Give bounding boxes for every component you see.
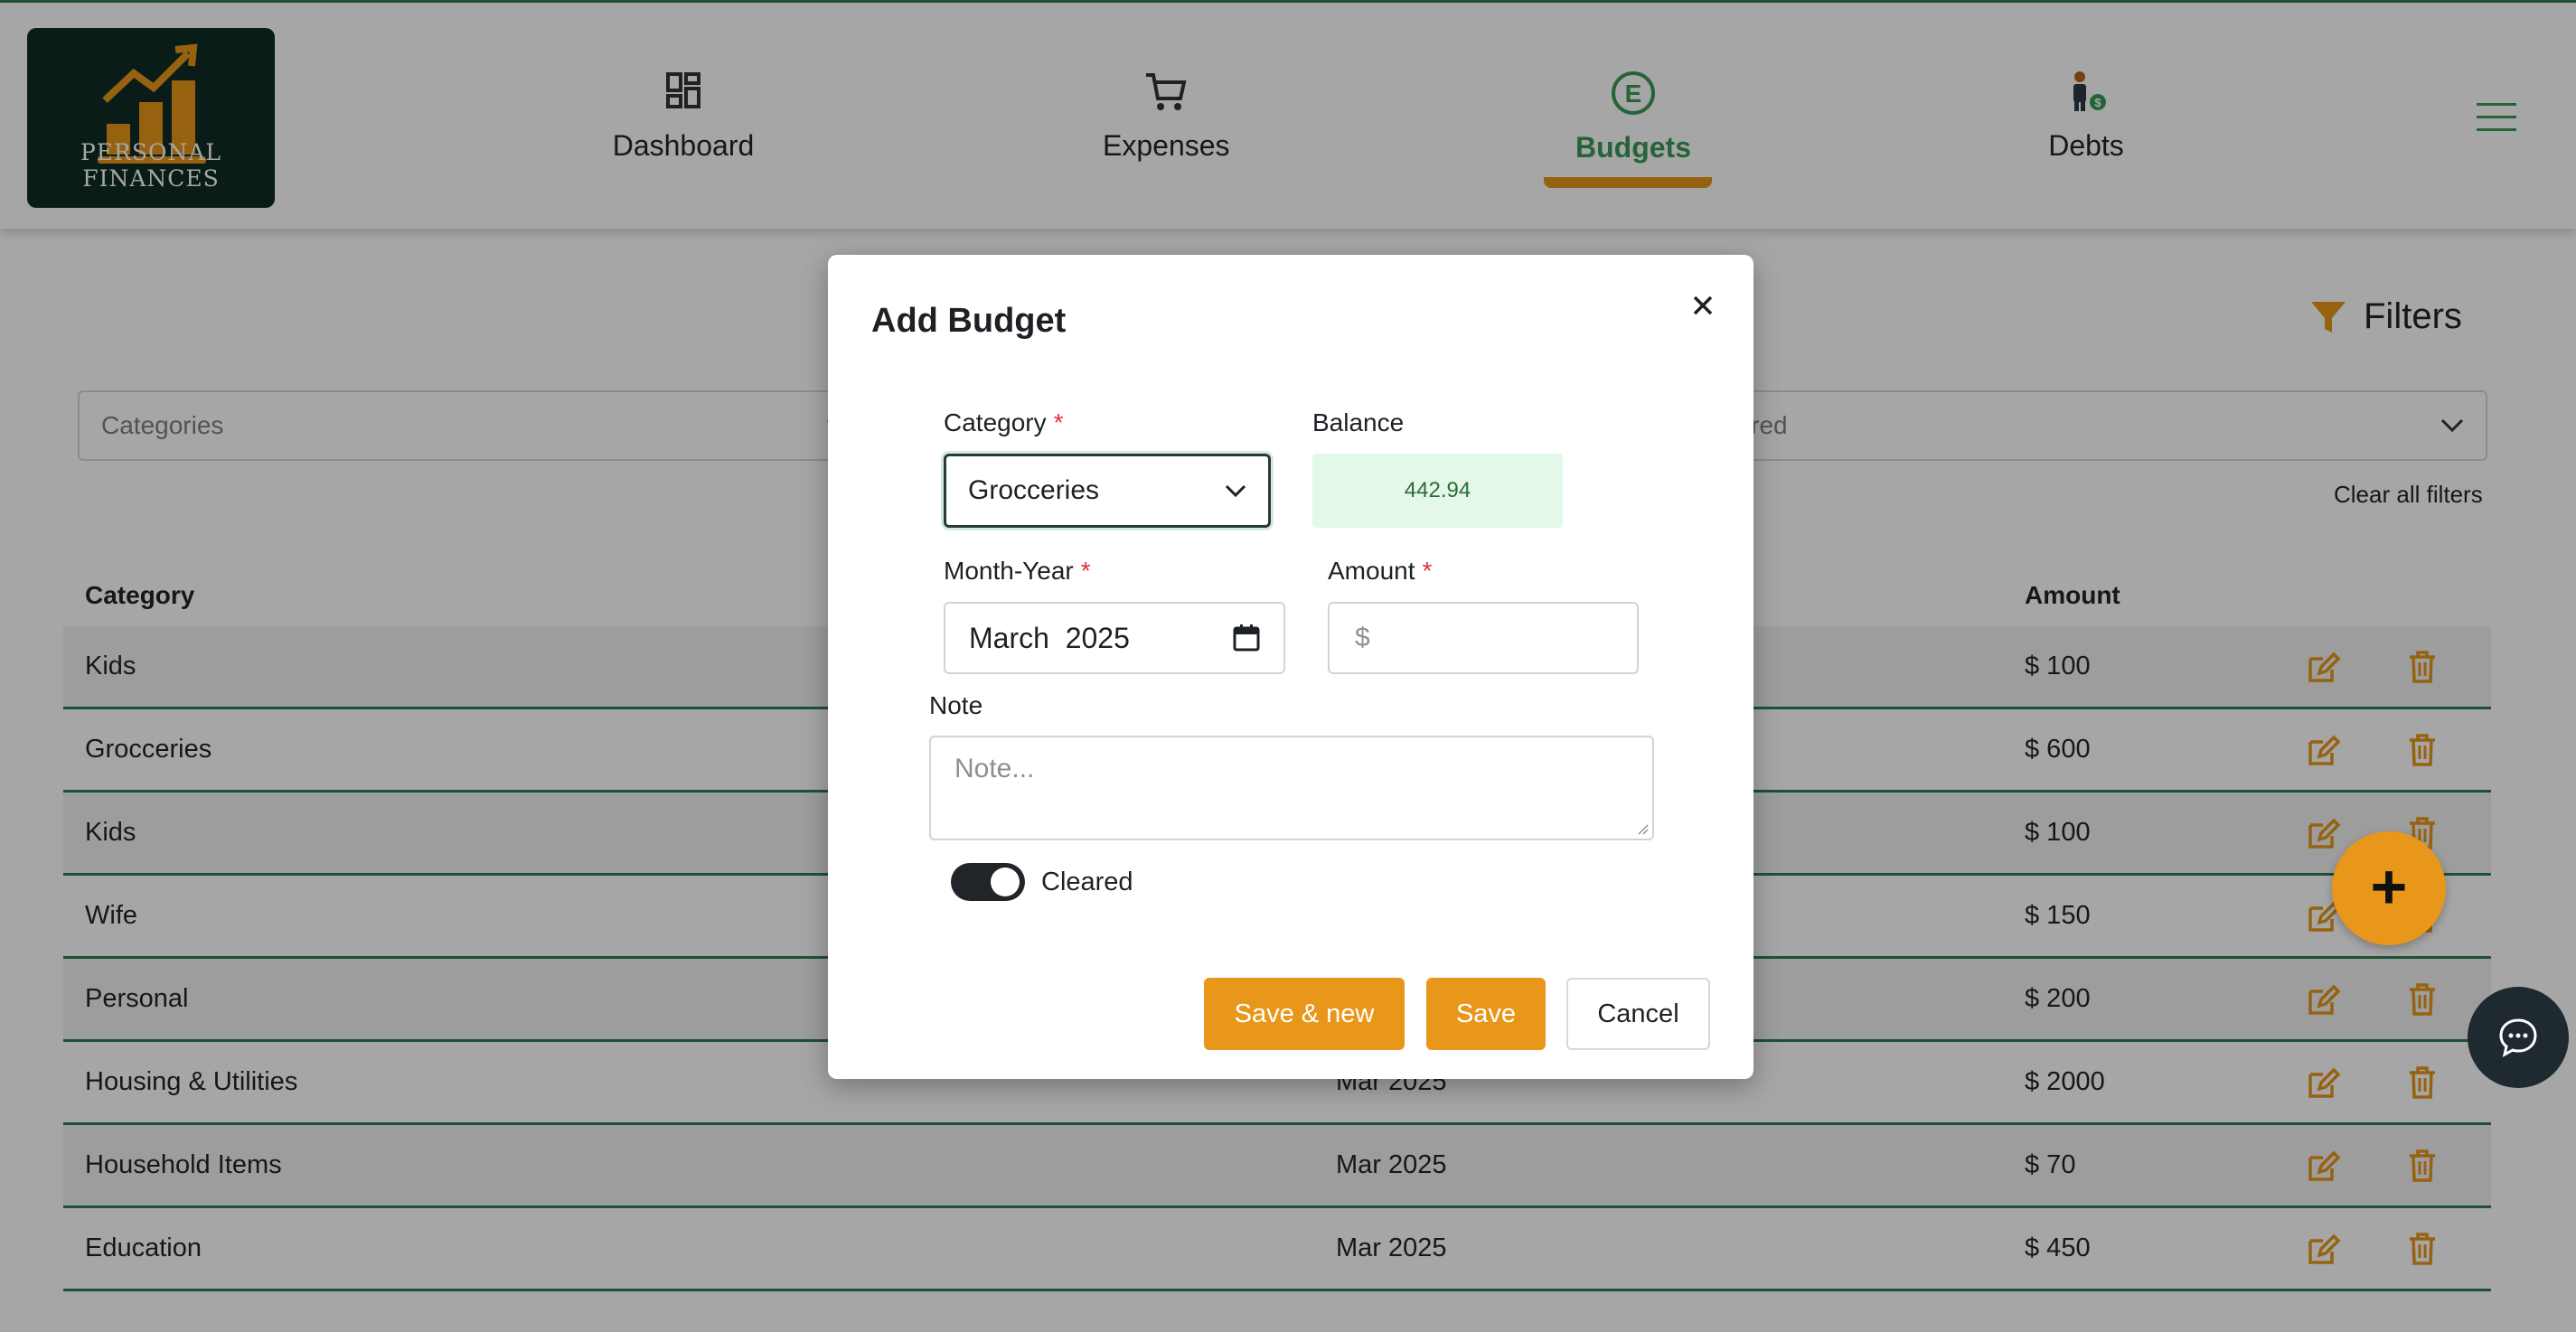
category-select-value: Grocceries	[968, 475, 1100, 505]
resize-grip-icon[interactable]	[1636, 822, 1649, 835]
note-textarea[interactable]: Note...	[929, 736, 1654, 840]
required-mark: *	[1422, 557, 1433, 585]
month-year-label-text: Month-Year	[944, 557, 1074, 585]
note-placeholder: Note...	[954, 754, 1035, 783]
required-mark: *	[1053, 408, 1064, 436]
add-budget-fab[interactable]: +	[2332, 831, 2446, 945]
close-icon[interactable]	[1690, 293, 1716, 318]
month-year-value: March 2025	[969, 621, 1130, 654]
add-budget-modal: Add Budget Category * Grocceries Balance …	[828, 255, 1753, 1079]
month-year-label: Month-Year *	[944, 557, 1091, 586]
cleared-toggle[interactable]	[951, 863, 1025, 901]
chat-button[interactable]	[2468, 987, 2569, 1088]
chevron-down-icon	[1225, 484, 1246, 497]
save-button[interactable]: Save	[1426, 978, 1546, 1050]
modal-title: Add Budget	[871, 302, 1067, 340]
required-mark: *	[1080, 557, 1091, 585]
note-label: Note	[929, 691, 983, 719]
amount-label-text: Amount	[1328, 557, 1415, 585]
amount-input[interactable]: $	[1328, 602, 1639, 674]
calendar-icon[interactable]	[1233, 624, 1260, 652]
category-select[interactable]: Grocceries	[944, 454, 1271, 528]
month-year-input[interactable]: March 2025	[944, 602, 1285, 674]
cleared-label: Cleared	[1041, 868, 1133, 896]
save-and-new-button[interactable]: Save & new	[1204, 978, 1405, 1050]
amount-prefix: $	[1355, 623, 1370, 652]
amount-label: Amount *	[1328, 557, 1432, 586]
category-label-text: Category	[944, 408, 1047, 436]
cancel-button[interactable]: Cancel	[1566, 978, 1710, 1050]
balance-label: Balance	[1312, 408, 1405, 436]
category-label: Category *	[944, 408, 1064, 437]
chat-icon	[2499, 1018, 2537, 1057]
balance-value: 442.94	[1312, 454, 1563, 528]
